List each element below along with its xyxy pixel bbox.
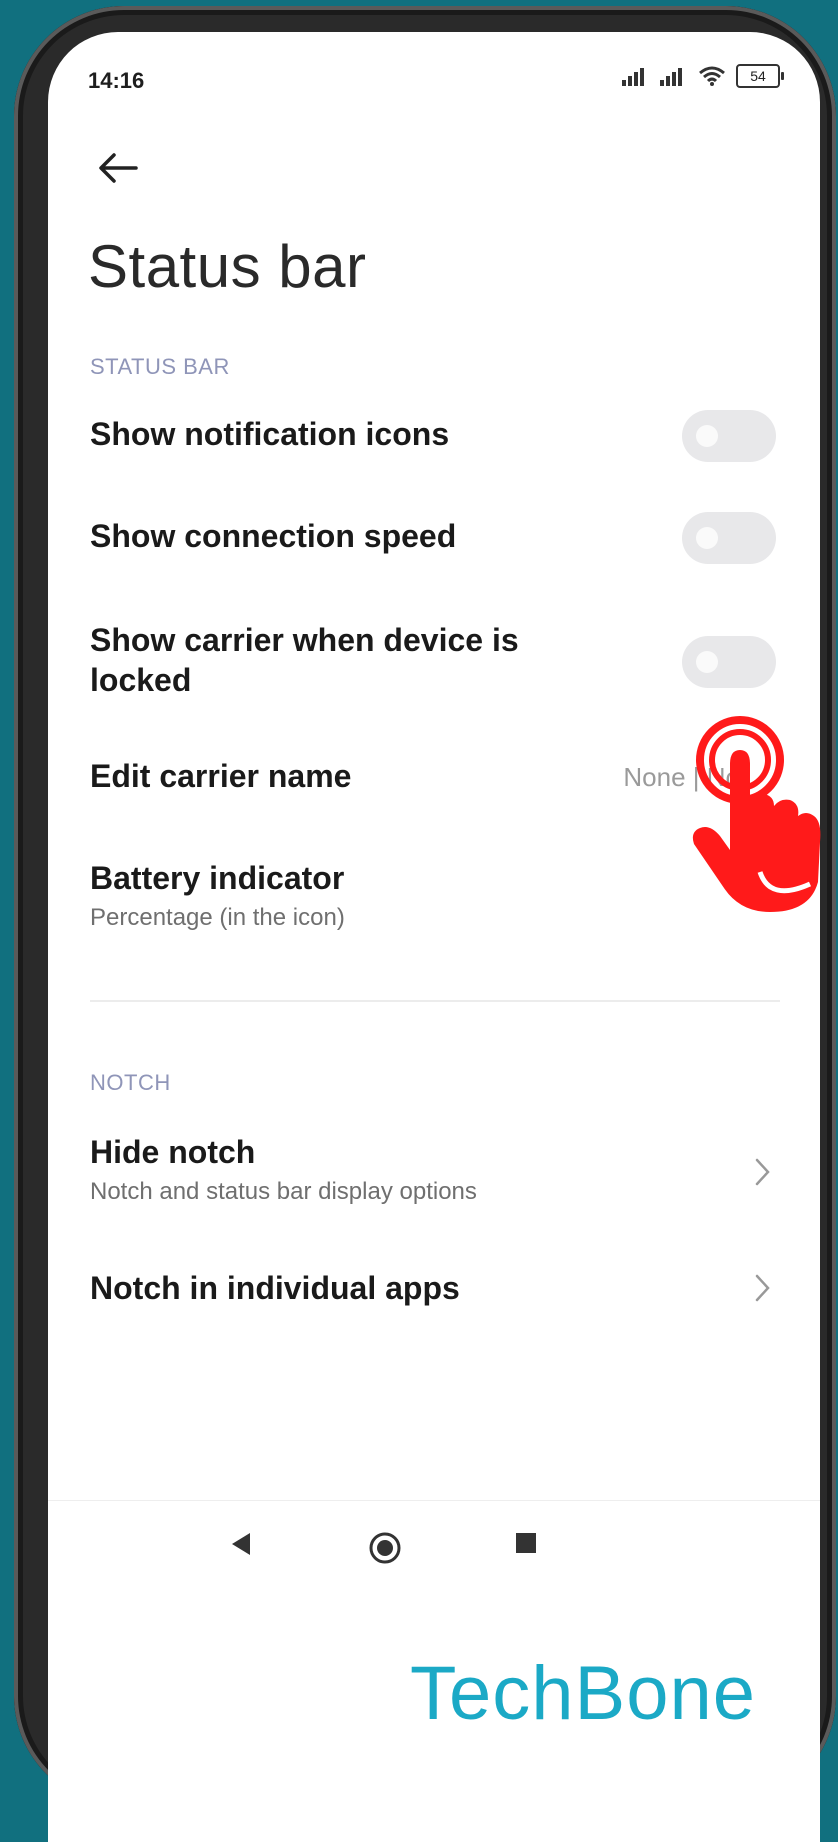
setting-show-connection-speed[interactable]: Show connection speed	[90, 512, 780, 576]
setting-title: Show connection speed	[90, 518, 457, 554]
setting-subtitle: Percentage (in the icon)	[90, 904, 345, 931]
navigation-bar	[48, 1500, 820, 1581]
toggle-switch[interactable]	[682, 512, 776, 564]
setting-title: Show carrier when device is locked	[90, 622, 519, 698]
recents-square-icon[interactable]	[514, 1531, 538, 1555]
chevron-right-icon	[755, 1158, 770, 1186]
setting-battery-indicator[interactable]: Battery indicator Percentage (in the ico…	[90, 858, 780, 948]
techbone-watermark: TechBone	[410, 1651, 757, 1736]
section-divider	[90, 1000, 780, 1002]
signal-icon	[622, 68, 644, 86]
setting-notch-individual-apps[interactable]: Notch in individual apps	[90, 1268, 780, 1328]
setting-title: Battery indicator	[90, 860, 345, 896]
setting-title: Show notification icons	[90, 416, 450, 452]
signal-icon	[660, 68, 682, 86]
back-triangle-icon[interactable]	[228, 1531, 254, 1557]
section-header-notch: NOTCH	[90, 1070, 171, 1095]
arrow-left-icon[interactable]	[92, 140, 148, 196]
toggle-knob	[696, 651, 718, 673]
toggle-switch[interactable]	[682, 410, 776, 462]
setting-title: Hide notch	[90, 1134, 256, 1170]
toggle-switch[interactable]	[682, 636, 776, 688]
wifi-icon	[699, 66, 725, 86]
phone-screen: 14:16 54 Status bar STATUS BAR Show noti…	[48, 32, 820, 1842]
section-header-status-bar: STATUS BAR	[90, 354, 230, 379]
setting-title: Notch in individual apps	[90, 1270, 460, 1306]
toggle-knob	[696, 425, 718, 447]
toggle-knob	[696, 527, 718, 549]
battery-icon: 54	[736, 64, 784, 88]
status-icons: 54	[622, 64, 784, 88]
setting-edit-carrier-name[interactable]: Edit carrier name None | No	[90, 756, 780, 816]
setting-show-carrier-locked[interactable]: Show carrier when device is locked	[90, 620, 780, 710]
status-time: 14:16	[88, 68, 145, 93]
home-circle-icon[interactable]	[368, 1531, 402, 1565]
status-bar: 14:16 54	[48, 32, 820, 112]
setting-hide-notch[interactable]: Hide notch Notch and status bar display …	[90, 1132, 780, 1222]
page-title: Status bar	[88, 233, 367, 300]
setting-subtitle: Notch and status bar display options	[90, 1178, 477, 1205]
chevron-right-icon	[755, 1274, 770, 1302]
tap-hand-icon	[692, 716, 821, 912]
setting-show-notification-icons[interactable]: Show notification icons	[90, 410, 780, 474]
